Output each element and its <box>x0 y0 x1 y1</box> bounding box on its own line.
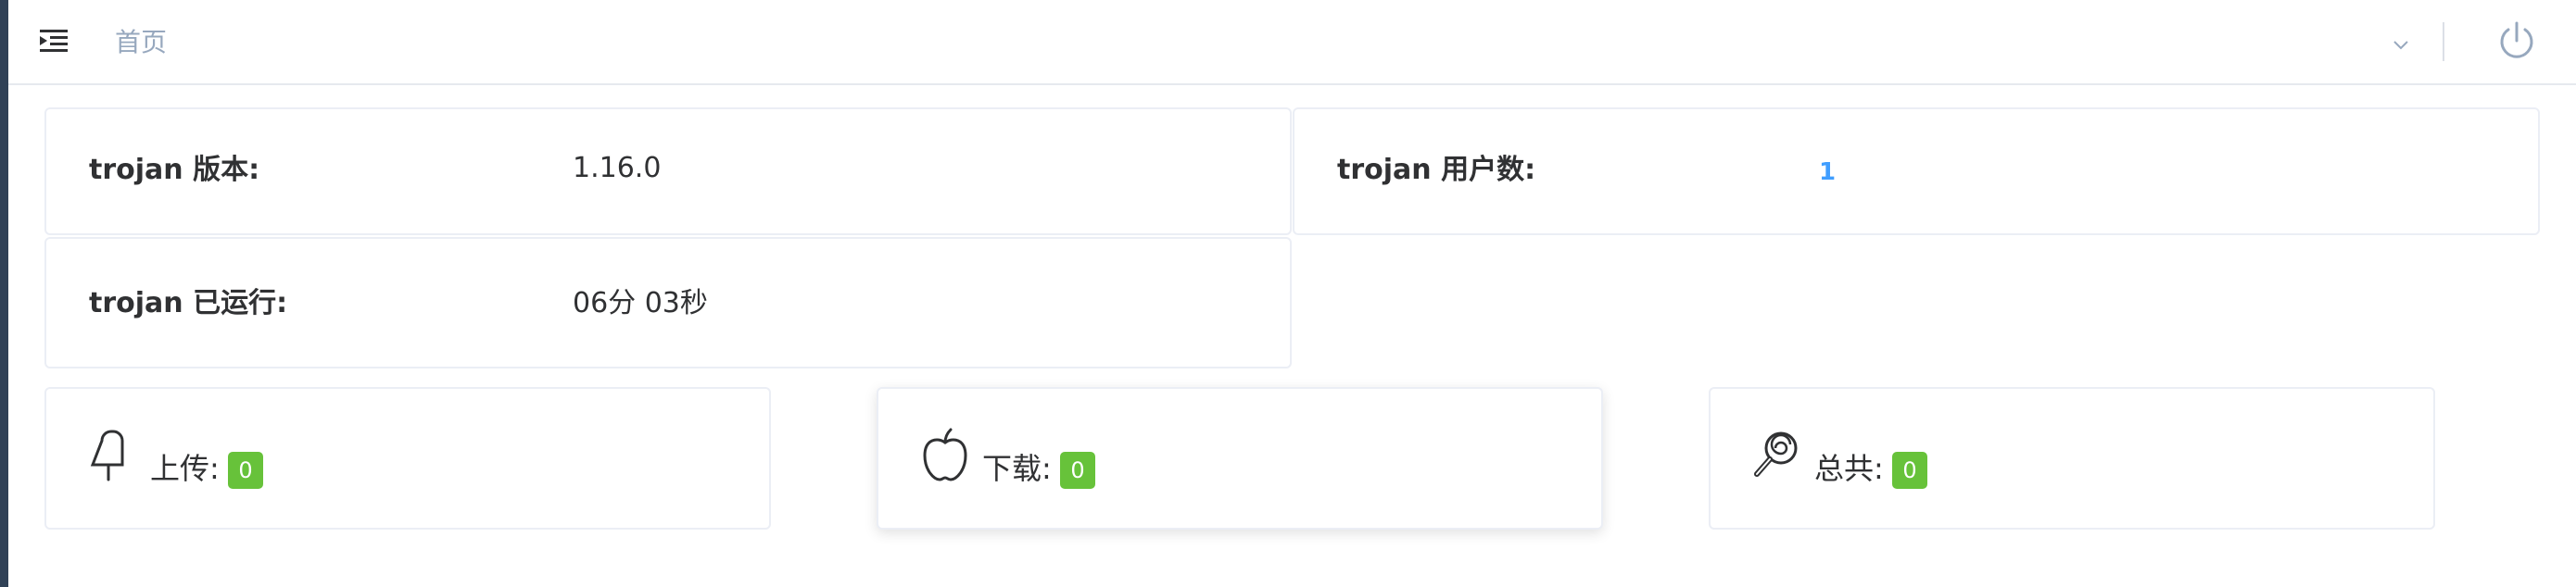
upload-badge: 0 <box>228 452 263 489</box>
total-card: 总共: 0 <box>1709 387 2435 530</box>
version-value: 1.16.0 <box>573 152 662 184</box>
chevron-down-icon[interactable] <box>2388 31 2414 57</box>
user-count-label: trojan 用户数: <box>1337 154 1536 186</box>
menu-fold-icon[interactable] <box>38 26 69 57</box>
version-label: trojan 版本: <box>89 154 260 186</box>
sidebar-edge <box>0 0 8 587</box>
uptime-label: trojan 已运行: <box>89 287 288 319</box>
download-label: 下载: <box>982 451 1052 486</box>
apple-icon <box>923 428 967 481</box>
power-icon[interactable] <box>2494 19 2539 63</box>
navbar: 首页 <box>8 0 2576 85</box>
uptime-value: 06分 03秒 <box>573 287 708 319</box>
total-badge: 0 <box>1892 452 1927 489</box>
total-label: 总共: <box>1814 451 1884 486</box>
download-card: 下载: 0 <box>877 387 1603 530</box>
popsicle-icon <box>90 430 124 481</box>
breadcrumb-home[interactable]: 首页 <box>115 24 167 61</box>
header-divider <box>2443 22 2444 61</box>
user-count-card: trojan 用户数: 1 <box>1293 107 2540 235</box>
upload-label: 上传: <box>150 451 220 486</box>
upload-card: 上传: 0 <box>44 387 771 530</box>
lollipop-icon <box>1754 431 1798 477</box>
download-badge: 0 <box>1060 452 1095 489</box>
uptime-card: trojan 已运行: 06分 03秒 <box>44 237 1292 368</box>
version-card: trojan 版本: 1.16.0 <box>44 107 1292 235</box>
user-count-link[interactable]: 1 <box>1819 154 1836 191</box>
